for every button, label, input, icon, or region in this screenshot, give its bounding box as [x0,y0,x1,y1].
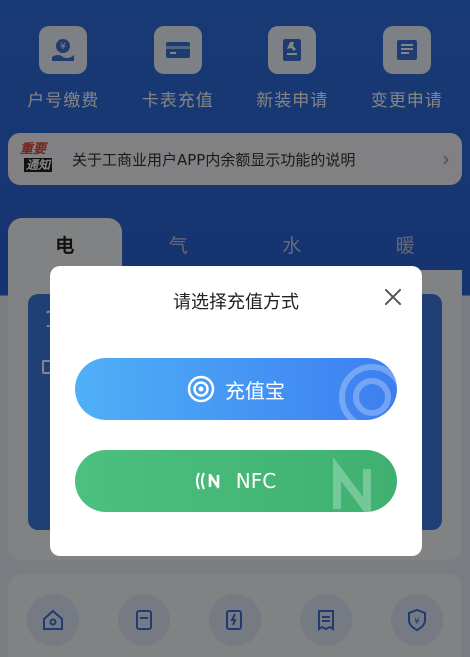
decorative-nfc-icon [333,457,371,512]
nfc-button[interactable]: NFC [75,450,397,512]
recharge-bao-label: 充值宝 [225,378,285,403]
target-circle-icon [187,375,215,403]
decorative-rings-icon [339,364,397,420]
close-icon[interactable] [382,286,404,308]
nfc-label: NFC [235,469,277,493]
nfc-icon [195,468,226,494]
recharge-bao-button[interactable]: 充值宝 [75,358,397,420]
dialog-title: 请选择充值方式 [173,292,299,313]
recharge-method-dialog: 请选择充值方式 充值宝 NFC [50,266,422,556]
